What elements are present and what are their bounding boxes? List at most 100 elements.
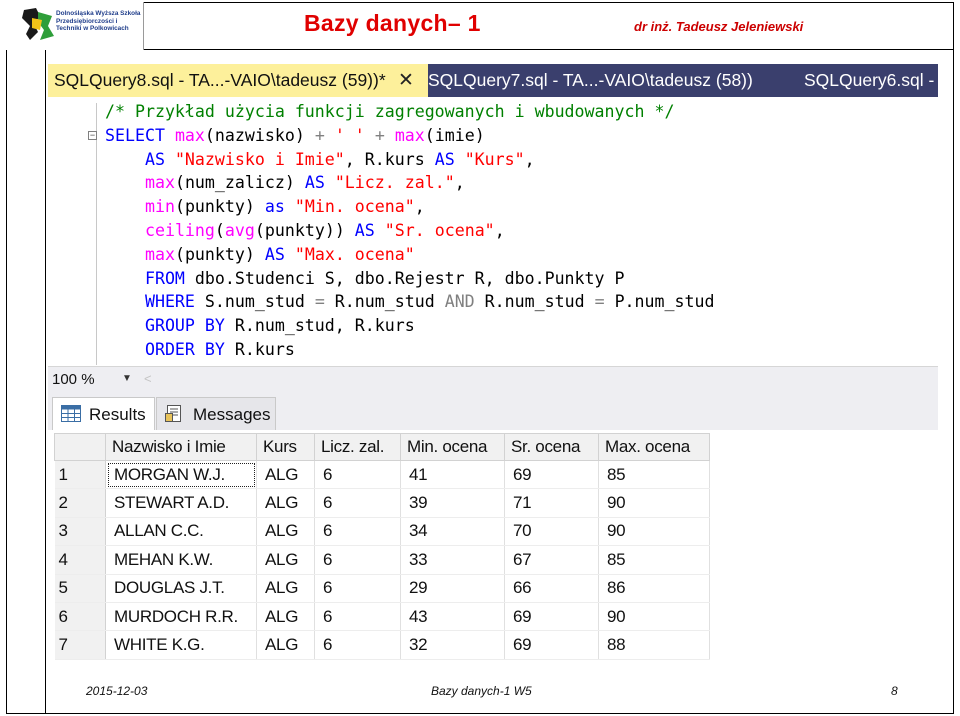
grid-cell[interactable]: 39	[400, 488, 505, 518]
grid-cell[interactable]: 71	[504, 488, 599, 518]
grid-cell[interactable]: 43	[400, 602, 505, 632]
grid-cell[interactable]: 41	[400, 460, 505, 490]
messages-icon	[165, 405, 181, 422]
row-number[interactable]: 3	[54, 517, 106, 547]
grid-cell[interactable]: ALG	[256, 460, 315, 490]
grid-cell[interactable]: 85	[598, 545, 710, 575]
grid-cell[interactable]: 69	[504, 630, 599, 660]
grid-cell[interactable]: 6	[314, 517, 401, 547]
university-emblem-icon	[22, 8, 54, 40]
grid-cell[interactable]: ALLAN C.C.	[105, 517, 257, 547]
grid-cell[interactable]: 85	[598, 460, 710, 490]
sql-code[interactable]: /* Przykład użycia funkcji zagregowanych…	[105, 100, 714, 362]
code-token: max	[144, 244, 175, 264]
grid-cell[interactable]: 90	[598, 488, 710, 518]
row-number-header[interactable]	[54, 433, 106, 461]
grid-cell[interactable]: MORGAN W.J.	[105, 460, 257, 490]
grid-cell[interactable]: DOUGLAS J.T.	[105, 574, 257, 603]
grid-cell[interactable]: ALG	[256, 630, 315, 660]
column-header[interactable]: Licz. zal.	[314, 433, 401, 461]
row-number[interactable]: 7	[54, 630, 106, 660]
code-line: max(punkty) AS "Max. ocena"	[105, 245, 415, 264]
grid-cell[interactable]: 6	[314, 488, 401, 518]
code-line: max(num_zalicz) AS "Licz. zal.",	[105, 173, 465, 192]
grid-cell[interactable]: 86	[598, 574, 710, 603]
row-number[interactable]: 6	[54, 602, 106, 632]
code-token: (	[214, 220, 225, 240]
table-row[interactable]: 3 ALLAN C.C. ALG 6 34 70 90	[54, 517, 710, 547]
grid-cell[interactable]: 69	[504, 602, 599, 632]
grid-cell[interactable]: ALG	[256, 488, 315, 518]
row-number[interactable]: 2	[54, 488, 106, 518]
tab-messages[interactable]: Messages	[156, 397, 276, 430]
table-row[interactable]: 6 MURDOCH R.R. ALG 6 43 69 90	[54, 602, 710, 632]
zoom-level[interactable]: 100 %	[52, 371, 95, 388]
code-line: WHERE S.num_stud = R.num_stud AND R.num_…	[105, 292, 715, 312]
code-line: GROUP BY R.num_stud, R.kurs	[105, 316, 415, 335]
grid-cell[interactable]: 90	[598, 602, 710, 632]
column-header[interactable]: Sr. ocena	[504, 433, 599, 461]
query-editor[interactable]: − /* Przykład użycia funkcji zagregowany…	[48, 97, 938, 365]
document-tab-bar: SQLQuery8.sql - TA...-VAIO\tadeusz (59))…	[48, 64, 938, 97]
code-token: R.num_stud	[474, 292, 595, 312]
slide-bottom-border	[6, 713, 954, 714]
column-header[interactable]: Nazwisko i Imie	[105, 433, 257, 461]
tab-results[interactable]: Results	[52, 397, 155, 430]
code-token: (punkty)	[174, 244, 265, 264]
grid-cell[interactable]: 6	[314, 574, 401, 603]
table-row[interactable]: 4 MEHAN K.W. ALG 6 33 67 85	[54, 545, 710, 575]
row-number[interactable]: 1	[54, 460, 106, 490]
grid-cell[interactable]: ALG	[256, 517, 315, 547]
row-number[interactable]: 5	[54, 574, 106, 603]
code-token: /* Przykład użycia funkcji zagregowanych…	[105, 102, 675, 121]
table-row[interactable]: 2 STEWART A.D. ALG 6 39 71 90	[54, 488, 710, 518]
code-token: AND	[444, 292, 475, 312]
scroll-left-icon[interactable]: <	[144, 371, 152, 386]
table-row[interactable]: 1 MORGAN W.J. ALG 6 41 69 85	[54, 460, 710, 490]
code-line: ORDER BY R.kurs	[105, 340, 295, 359]
grid-cell[interactable]: 67	[504, 545, 599, 575]
code-token: (imie)	[424, 125, 485, 145]
grid-cell[interactable]: WHITE K.G.	[105, 630, 257, 660]
footer-page-number: 8	[891, 684, 898, 698]
grid-cell[interactable]: 88	[598, 630, 710, 660]
code-token: (num_zalicz)	[174, 173, 305, 193]
row-number[interactable]: 4	[54, 545, 106, 575]
code-token: AS	[354, 220, 385, 240]
grid-cell[interactable]: MURDOCH R.R.	[105, 602, 257, 632]
grid-cell[interactable]: 69	[504, 460, 599, 490]
grid-cell[interactable]: ALG	[256, 574, 315, 603]
grid-cell[interactable]: 33	[400, 545, 505, 575]
chevron-down-icon[interactable]: ▼	[122, 373, 132, 384]
grid-cell[interactable]: 32	[400, 630, 505, 660]
grid-cell[interactable]: ALG	[256, 602, 315, 632]
grid-cell[interactable]: 29	[400, 574, 505, 603]
grid-cell[interactable]: STEWART A.D.	[105, 488, 257, 518]
result-tab-bar: Results Messages	[48, 393, 938, 430]
column-header[interactable]: Kurs	[256, 433, 315, 461]
close-icon[interactable]: ✕	[398, 64, 414, 97]
tab-sqlquery6[interactable]: SQLQuery6.sql - T	[798, 64, 938, 97]
grid-cell[interactable]: ALG	[256, 545, 315, 575]
grid-cell[interactable]: 6	[314, 545, 401, 575]
tab-sqlquery7[interactable]: SQLQuery7.sql - TA...-VAIO\tadeusz (58))	[422, 64, 753, 97]
tab-sqlquery8[interactable]: SQLQuery8.sql - TA...-VAIO\tadeusz (59))…	[48, 64, 428, 97]
grid-cell[interactable]: 70	[504, 517, 599, 547]
column-header[interactable]: Max. ocena	[598, 433, 710, 461]
collapse-toggle-icon[interactable]: −	[88, 131, 97, 140]
code-line: min(punkty) as "Min. ocena",	[105, 197, 425, 216]
grid-cell[interactable]: 6	[314, 460, 401, 490]
tab-label: SQLQuery7.sql - TA...-VAIO\tadeusz (58))	[428, 70, 753, 90]
university-logo: Dolnośląska Wyższa Szkoła Przedsiębiorcz…	[6, 2, 144, 50]
grid-cell[interactable]: 6	[314, 602, 401, 632]
code-token: avg	[224, 220, 255, 240]
grid-cell[interactable]: 66	[504, 574, 599, 603]
grid-cell[interactable]: 34	[400, 517, 505, 547]
table-row[interactable]: 5 DOUGLAS J.T. ALG 6 29 66 86	[54, 574, 710, 603]
grid-cell[interactable]: 90	[598, 517, 710, 547]
column-header[interactable]: Min. ocena	[400, 433, 505, 461]
table-row[interactable]: 7 WHITE K.G. ALG 6 32 69 88	[54, 630, 710, 660]
grid-cell[interactable]: 6	[314, 630, 401, 660]
grid-cell[interactable]: MEHAN K.W.	[105, 545, 257, 575]
